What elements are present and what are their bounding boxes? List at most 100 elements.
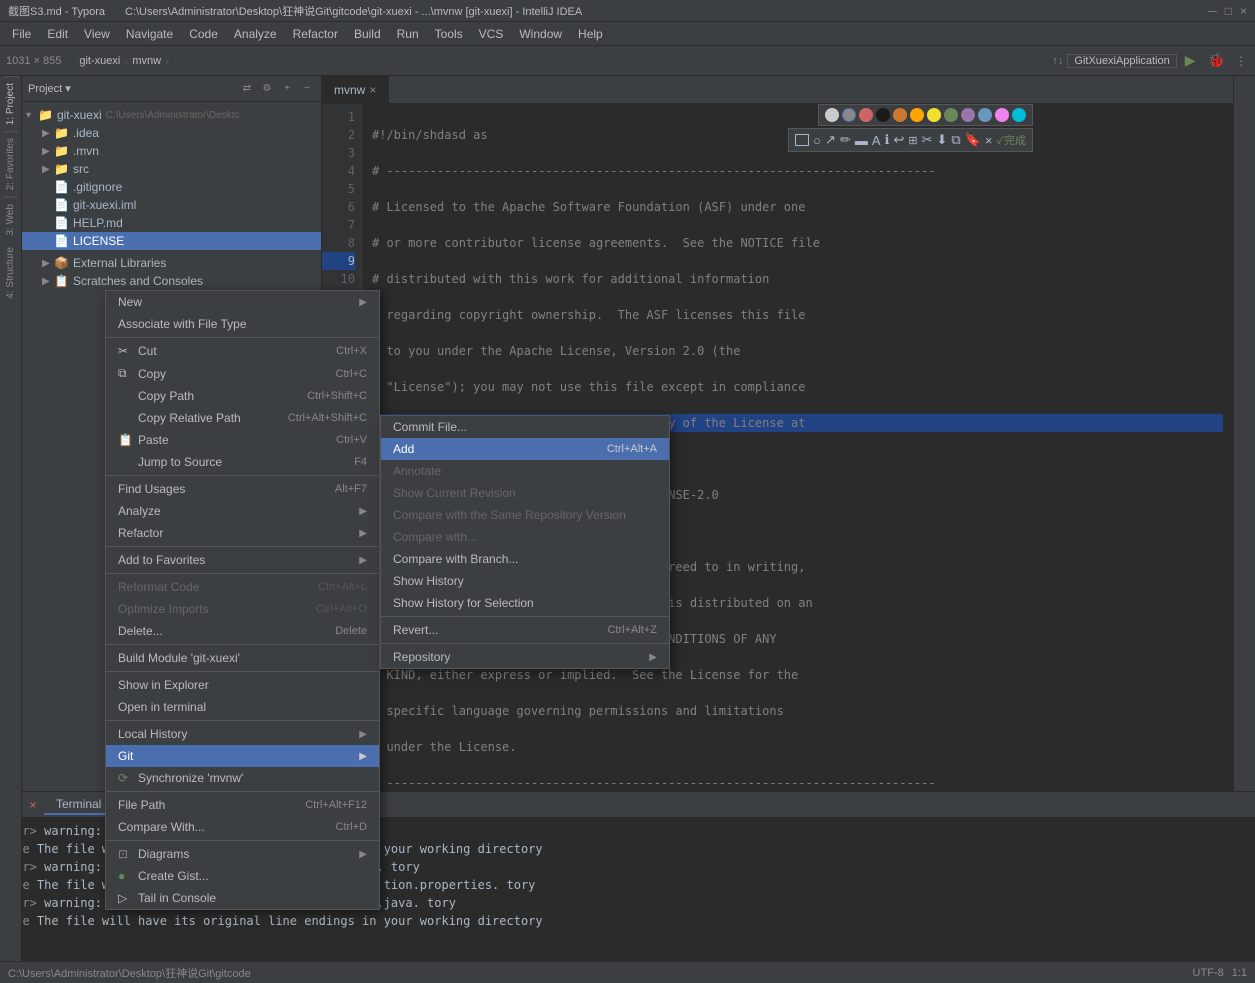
text-shape[interactable]: A bbox=[872, 133, 881, 148]
tree-license[interactable]: ▶ 📄 LICENSE bbox=[22, 232, 321, 250]
tree-root[interactable]: ▾ 📁 git-xuexi C:\Users\Administrator\Des… bbox=[22, 106, 321, 124]
copy-shape[interactable]: ⧉ bbox=[951, 132, 960, 148]
ctx-localhistory[interactable]: Local History ▶ bbox=[106, 723, 379, 745]
highlight-shape[interactable]: ▬ bbox=[855, 133, 868, 148]
pixelate-shape[interactable]: ⊞ bbox=[908, 134, 917, 147]
debug-button[interactable]: 🐞 bbox=[1204, 52, 1229, 69]
tree-gitignore[interactable]: ▶ 📄 .gitignore bbox=[22, 178, 321, 196]
collapse-btn[interactable]: − bbox=[299, 81, 315, 97]
dot-blue[interactable] bbox=[978, 108, 992, 122]
ctx-tailconsole[interactable]: ▷ Tail in Console bbox=[106, 887, 379, 909]
minimize-btn[interactable]: ─ bbox=[1208, 4, 1217, 18]
menu-tools[interactable]: Tools bbox=[427, 25, 471, 43]
ctx-diagrams[interactable]: ⊡ Diagrams ▶ bbox=[106, 843, 379, 865]
tree-idea[interactable]: ▶ 📁 .idea bbox=[22, 124, 321, 142]
expand-btn[interactable]: + bbox=[279, 81, 295, 97]
ctx-cut[interactable]: ✂ Cut Ctrl+X bbox=[106, 340, 379, 362]
tree-extlibs[interactable]: ▶ 📦 External Libraries bbox=[22, 254, 321, 272]
menu-view[interactable]: View bbox=[76, 25, 118, 43]
dot-gray[interactable] bbox=[842, 108, 856, 122]
window-controls[interactable]: ─ □ × bbox=[1208, 4, 1247, 18]
dot-purple[interactable] bbox=[961, 108, 975, 122]
ctx-addtofav[interactable]: Add to Favorites ▶ bbox=[106, 549, 379, 571]
menu-refactor[interactable]: Refactor bbox=[285, 25, 346, 43]
sidebar-item-project[interactable]: 1: Project bbox=[3, 76, 18, 131]
ctx-new[interactable]: New ▶ bbox=[106, 291, 379, 313]
run-button[interactable]: ▶ bbox=[1181, 52, 1200, 69]
git-app-selector[interactable]: GitXuexiApplication bbox=[1067, 54, 1176, 68]
tree-scratches[interactable]: ▶ 📋 Scratches and Consoles bbox=[22, 272, 321, 290]
menu-window[interactable]: Window bbox=[511, 25, 570, 43]
menu-analyze[interactable]: Analyze bbox=[226, 25, 285, 43]
tree-iml[interactable]: ▶ 📄 git-xuexi.iml bbox=[22, 196, 321, 214]
pen-shape[interactable]: ✏ bbox=[840, 132, 851, 148]
sidebar-item-web[interactable]: 3: Web bbox=[3, 197, 18, 242]
ctx-delete[interactable]: Delete... Delete bbox=[106, 620, 379, 642]
cut-shape[interactable]: ✂ bbox=[922, 132, 933, 148]
dot-black[interactable] bbox=[876, 108, 890, 122]
menu-code[interactable]: Code bbox=[181, 25, 226, 43]
ctx-copypath[interactable]: Copy Path Ctrl+Shift+C bbox=[106, 385, 379, 407]
git-revert[interactable]: Revert... Ctrl+Alt+Z bbox=[381, 619, 669, 641]
ctx-analyze[interactable]: Analyze ▶ bbox=[106, 500, 379, 522]
sync-btn[interactable]: ⇄ bbox=[239, 81, 255, 97]
git-add[interactable]: Add Ctrl+Alt+A bbox=[381, 438, 669, 460]
tree-help[interactable]: ▶ 📄 HELP.md bbox=[22, 214, 321, 232]
ctx-jumpsource[interactable]: Jump to Source F4 bbox=[106, 451, 379, 473]
menu-navigate[interactable]: Navigate bbox=[118, 25, 181, 43]
git-repository[interactable]: Repository ▶ bbox=[381, 646, 669, 668]
menu-build[interactable]: Build bbox=[346, 25, 389, 43]
ctx-openinterminal[interactable]: Open in terminal bbox=[106, 696, 379, 718]
ctx-paste[interactable]: 📋 Paste Ctrl+V bbox=[106, 429, 379, 451]
tab-mvnw[interactable]: mvnw × bbox=[322, 76, 389, 103]
dot-green[interactable] bbox=[944, 108, 958, 122]
arrow-shape[interactable]: ↗ bbox=[825, 132, 836, 148]
ctx-findusages[interactable]: Find Usages Alt+F7 bbox=[106, 478, 379, 500]
git-showhistorysel[interactable]: Show History for Selection bbox=[381, 592, 669, 614]
ctx-sync[interactable]: ⟳ Synchronize 'mvnw' bbox=[106, 767, 379, 789]
sidebar-item-favorites[interactable]: 2: Favorites bbox=[3, 131, 18, 196]
ctx-copy[interactable]: ⧉ Copy Ctrl+C bbox=[106, 362, 379, 385]
dot-yellow[interactable] bbox=[927, 108, 941, 122]
ctx-copyrelpath[interactable]: Copy Relative Path Ctrl+Alt+Shift+C bbox=[106, 407, 379, 429]
ctx-git[interactable]: Git ▶ bbox=[106, 745, 379, 767]
maximize-btn[interactable]: □ bbox=[1225, 4, 1232, 18]
menu-help[interactable]: Help bbox=[570, 25, 611, 43]
ctx-buildmodule[interactable]: Build Module 'git-xuexi' bbox=[106, 647, 379, 669]
bookmark-shape[interactable]: 🔖 bbox=[965, 132, 981, 148]
mvnw-breadcrumb[interactable]: mvnw bbox=[132, 55, 161, 67]
git-showhistory[interactable]: Show History bbox=[381, 570, 669, 592]
ctx-associate[interactable]: Associate with File Type bbox=[106, 313, 379, 335]
download-shape[interactable]: ⬇ bbox=[937, 132, 948, 148]
dot-darkorange[interactable] bbox=[893, 108, 907, 122]
dot-pink[interactable] bbox=[995, 108, 1009, 122]
ellipse-shape[interactable]: ○ bbox=[813, 133, 821, 148]
dot-cyan[interactable] bbox=[1012, 108, 1026, 122]
ctx-filepath[interactable]: File Path Ctrl+Alt+F12 bbox=[106, 794, 379, 816]
dot-orange[interactable] bbox=[910, 108, 924, 122]
menu-run[interactable]: Run bbox=[389, 25, 427, 43]
check-annotation[interactable]: ✓完成 bbox=[996, 132, 1026, 148]
ctx-refactor[interactable]: Refactor ▶ bbox=[106, 522, 379, 544]
tree-src[interactable]: ▶ 📁 src bbox=[22, 160, 321, 178]
gear-btn[interactable]: ⚙ bbox=[259, 81, 275, 97]
tab-mvnw-close[interactable]: × bbox=[369, 83, 376, 97]
undo-shape[interactable]: ↩ bbox=[893, 132, 904, 148]
ctx-showinexplorer[interactable]: Show in Explorer bbox=[106, 674, 379, 696]
ctx-comparewith[interactable]: Compare With... Ctrl+D bbox=[106, 816, 379, 838]
tree-mvn[interactable]: ▶ 📁 .mvn bbox=[22, 142, 321, 160]
menu-file[interactable]: File bbox=[4, 25, 39, 43]
close-annotation[interactable]: × bbox=[985, 133, 993, 148]
info-shape[interactable]: ℹ bbox=[885, 132, 890, 148]
rect-shape[interactable] bbox=[795, 134, 809, 146]
close-terminal-btn[interactable]: × bbox=[22, 798, 44, 812]
more-run-options[interactable]: ⋮ bbox=[1233, 54, 1249, 68]
menu-edit[interactable]: Edit bbox=[39, 25, 76, 43]
ctx-creategist[interactable]: ● Create Gist... bbox=[106, 865, 379, 887]
dot-red[interactable] bbox=[859, 108, 873, 122]
close-btn[interactable]: × bbox=[1240, 4, 1247, 18]
sidebar-item-structure[interactable]: 4: Structure bbox=[3, 241, 18, 305]
menu-vcs[interactable]: VCS bbox=[471, 25, 512, 43]
tab-terminal[interactable]: Terminal bbox=[44, 795, 113, 815]
git-commitfile[interactable]: Commit File... bbox=[381, 416, 669, 438]
